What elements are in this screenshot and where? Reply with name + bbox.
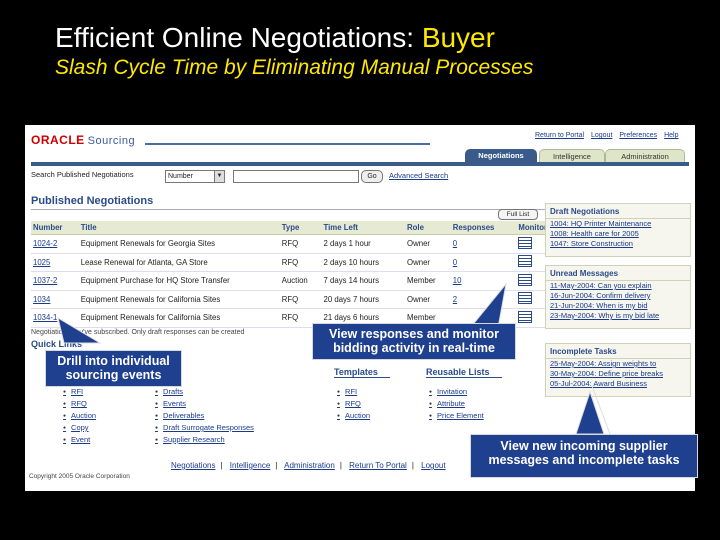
view-pointer bbox=[468, 282, 507, 329]
callout-view-responses: View responses and monitor bidding activ… bbox=[312, 323, 516, 360]
drill-pointer bbox=[57, 316, 102, 344]
callout-drill: Drill into individual sourcing events bbox=[45, 350, 182, 387]
callout-incoming-messages: View new incoming supplier messages and … bbox=[470, 434, 698, 478]
incoming-pointer bbox=[575, 390, 605, 435]
